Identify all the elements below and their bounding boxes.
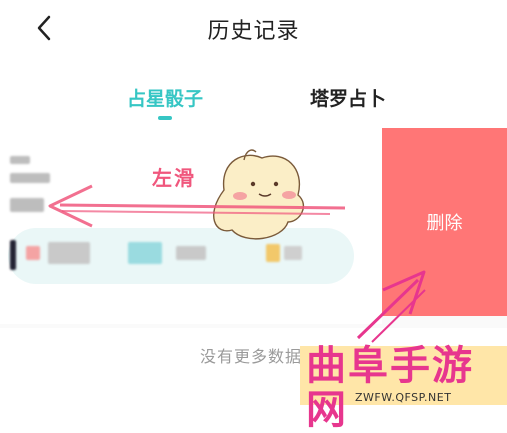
no-more-data-text: 没有更多数据 <box>200 347 303 366</box>
mascot-illustration <box>213 149 304 240</box>
swipe-hint-label: 左滑 <box>152 166 196 190</box>
watermark-url: ZWFW.QFSP.NET <box>355 391 452 404</box>
pointer-arrow <box>356 270 426 343</box>
watermark-logo: 曲阜手游网 <box>306 342 474 433</box>
